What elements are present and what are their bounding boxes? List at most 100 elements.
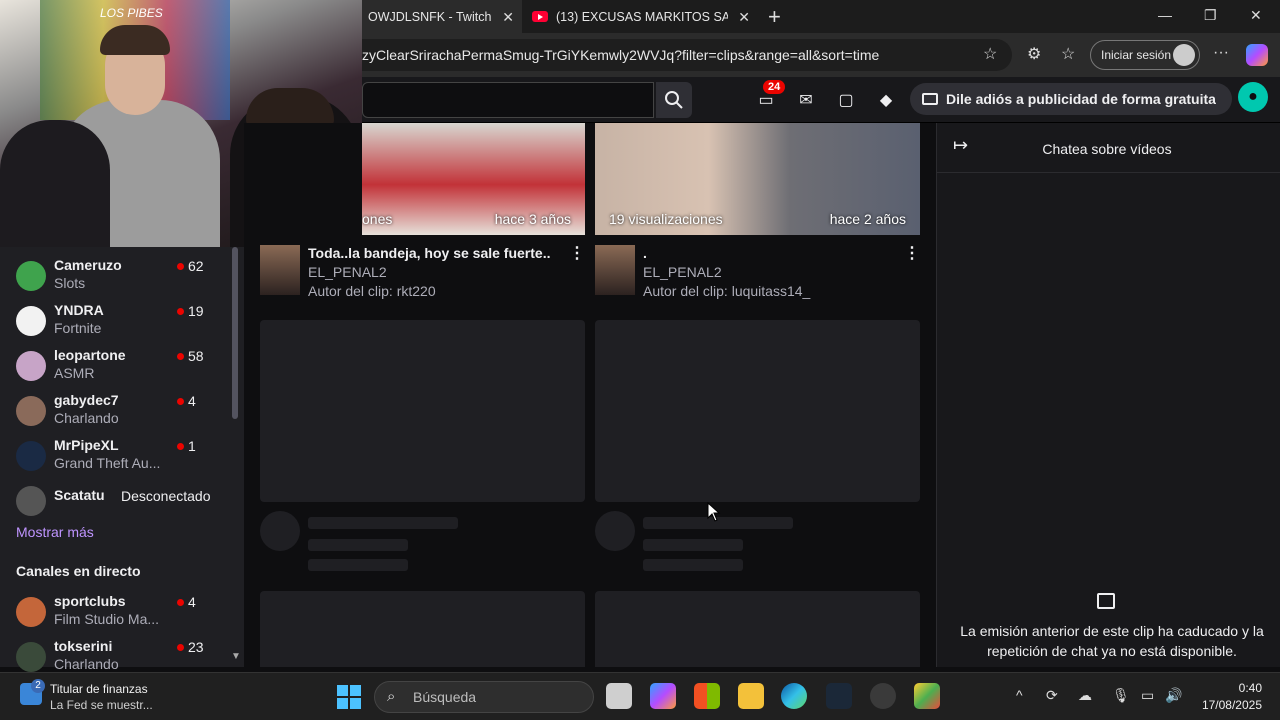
cloud-icon[interactable]: ☁ [1078, 687, 1092, 704]
sidebar-channel[interactable]: tokserini Charlando 23 [16, 636, 226, 676]
channel-avatar[interactable] [595, 245, 635, 295]
chevron-up-icon[interactable]: ^ [1016, 687, 1023, 703]
more-icon[interactable]: ··· [1213, 44, 1229, 62]
signin-button[interactable]: Iniciar sesión [1090, 40, 1200, 70]
news-subtitle: La Fed se muestr... [50, 698, 153, 712]
scroll-down-icon[interactable]: ▼ [231, 651, 241, 662]
sidebar-channel[interactable]: Scatatu Desconectado [16, 480, 226, 520]
clip-thumbnail[interactable]: ones hace 3 años [362, 123, 585, 235]
clock-time[interactable]: 0:40 [1198, 681, 1262, 695]
sync-icon[interactable]: ⟳ [1046, 687, 1058, 704]
more-options-icon[interactable]: ⋮ [904, 243, 920, 263]
channel-name: gabydec7 [54, 392, 119, 408]
adfree-button[interactable]: Dile adiós a publicidad de forma gratuit… [910, 83, 1232, 115]
channel-category: Charlando [54, 656, 119, 672]
avatar [16, 261, 46, 291]
obs-icon[interactable] [870, 683, 896, 709]
minimize-icon[interactable]: — [1158, 7, 1172, 23]
user-avatar[interactable]: ● [1238, 82, 1268, 112]
live-dot [177, 353, 184, 360]
channel-avatar[interactable] [260, 245, 300, 295]
sidebar: Cameruzo Slots 62 YNDRA Fortnite 19 leop… [0, 247, 244, 672]
text-skeleton [643, 559, 743, 571]
sidebar-channel[interactable]: gabydec7 Charlando 4 [16, 390, 226, 430]
whispers-icon[interactable]: ▢ [836, 90, 856, 110]
clip-title[interactable]: Toda..la bandeja, hoy se sale fuerte.. [308, 245, 550, 261]
more-options-icon[interactable]: ⋮ [569, 243, 585, 263]
viewer-count: 23 [188, 639, 204, 655]
viewer-count: 19 [188, 303, 204, 319]
channel-name: YNDRA [54, 302, 104, 318]
sidebar-channel[interactable]: Cameruzo Slots 62 [16, 255, 226, 295]
search-button[interactable] [656, 82, 692, 118]
copilot-icon[interactable] [650, 683, 676, 709]
news-title[interactable]: Titular de finanzas [50, 682, 148, 696]
close-icon[interactable]: ✕ [738, 9, 750, 26]
tab-twitch-label: OWJDLSNFK - Twitch [368, 9, 492, 24]
app-icon[interactable] [914, 683, 940, 709]
show-more-link[interactable]: Mostrar más [16, 524, 94, 540]
sidebar-channel[interactable]: YNDRA Fortnite 19 [16, 300, 226, 340]
live-dot [177, 644, 184, 651]
star-icon[interactable]: ☆ [983, 44, 997, 64]
window-close-icon[interactable]: ✕ [1250, 7, 1262, 24]
wall-sign: LOS PIBES [100, 6, 163, 20]
copilot-icon[interactable] [1246, 44, 1268, 66]
text-skeleton [643, 539, 743, 551]
sidebar-channel[interactable]: leopartone ASMR 58 [16, 345, 226, 385]
avatar-skeleton [595, 511, 635, 551]
viewer-count: 62 [188, 258, 204, 274]
viewer-count: 4 [188, 594, 196, 610]
network-icon[interactable]: ▭ [1141, 687, 1154, 704]
channel-name: Scatatu [54, 487, 105, 503]
extensions-icon[interactable]: ⚙ [1027, 44, 1041, 64]
new-tab-icon[interactable]: + [768, 4, 781, 30]
tab-youtube[interactable]: (13) EXCUSAS MARKITOS SALAS ✕ [526, 0, 758, 33]
avatar-skeleton [260, 511, 300, 551]
channel-category: Slots [54, 275, 86, 291]
avatar [16, 642, 46, 672]
channel-name: Cameruzo [54, 257, 122, 273]
sidebar-channel[interactable]: sportclubs Film Studio Ma... 4 [16, 591, 226, 631]
live-dot [177, 398, 184, 405]
channel-category: Grand Theft Au... [54, 455, 161, 471]
taskbar-search[interactable]: ⌕ Búsqueda [374, 681, 594, 713]
chat-unavailable-message: La emisión anterior de este clip ha cadu… [960, 623, 1264, 659]
live-dot [177, 263, 184, 270]
file-explorer-icon[interactable] [738, 683, 764, 709]
close-icon[interactable]: ✕ [502, 9, 514, 26]
viewer-count: 58 [188, 348, 204, 364]
steam-icon[interactable] [826, 683, 852, 709]
url-text[interactable]: zyClearSrirachaPermaSmug-TrGiYKemwly2WVJ… [362, 47, 879, 63]
clip-channel[interactable]: EL_PENAL2 [643, 264, 722, 280]
sidebar-channel[interactable]: MrPipeXL Grand Theft Au... 1 [16, 435, 226, 475]
tab-twitch[interactable]: OWJDLSNFK - Twitch ✕ [362, 0, 522, 33]
volume-icon[interactable]: 🔊 [1165, 687, 1182, 704]
clip-author: Autor del clip: rkt220 [308, 283, 436, 299]
bits-icon[interactable]: ◆ [876, 90, 896, 110]
sidebar-scrollbar[interactable] [232, 247, 238, 419]
live-channels-heading: Canales en directo [16, 563, 141, 579]
channel-category: Film Studio Ma... [54, 611, 160, 627]
clip-channel[interactable]: EL_PENAL2 [308, 264, 387, 280]
clip-title[interactable]: . [643, 245, 647, 261]
avatar [16, 396, 46, 426]
search-icon [665, 91, 683, 109]
edge-icon[interactable] [781, 683, 807, 709]
store-icon[interactable] [694, 683, 720, 709]
news-badge: 2 [31, 679, 45, 693]
clip-thumbnail[interactable]: 19 visualizaciones hace 2 años [595, 123, 920, 235]
search-input[interactable] [362, 82, 654, 118]
favorites-icon[interactable]: ☆ [1061, 44, 1075, 64]
microphone-icon[interactable]: 🎙 [1112, 687, 1130, 704]
restore-icon[interactable]: ❐ [1204, 7, 1217, 24]
tab-youtube-label: (13) EXCUSAS MARKITOS SALAS [556, 9, 728, 24]
task-view-icon[interactable] [606, 683, 632, 709]
channel-category: Fortnite [54, 320, 102, 336]
clock-date[interactable]: 17/08/2025 [1190, 698, 1262, 712]
mouse-cursor-icon [707, 502, 721, 522]
windows-start-icon[interactable] [337, 685, 361, 709]
mail-icon[interactable]: ✉ [796, 90, 816, 110]
youtube-icon [532, 11, 548, 22]
clip-age: hace 2 años [829, 211, 906, 227]
